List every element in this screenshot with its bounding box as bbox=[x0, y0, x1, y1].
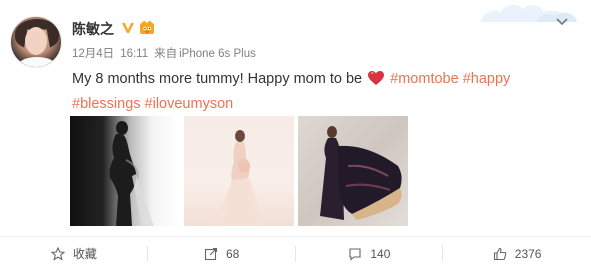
dress-figure bbox=[214, 130, 264, 226]
weibo-post-card: 陈敏之 12月4日 16:11 来自 iPhone 6s Plus My 8 mont… bbox=[0, 0, 591, 270]
post-body-text: My 8 months more tummy! Happy mom to be bbox=[72, 71, 363, 87]
vip-badge-icon[interactable] bbox=[139, 20, 155, 36]
favorite-label: 收藏 bbox=[72, 247, 97, 261]
action-bar: 收藏 68 140 2376 bbox=[0, 237, 591, 270]
chevron-down-icon[interactable] bbox=[554, 13, 570, 29]
hashtag-link[interactable]: #momtobe bbox=[390, 71, 459, 87]
hashtag-link[interactable]: #iloveumyson bbox=[145, 96, 234, 112]
repost-count: 68 bbox=[225, 246, 240, 261]
star-icon bbox=[50, 246, 65, 261]
like-button[interactable]: 2376 bbox=[443, 237, 591, 270]
comment-button[interactable]: 140 bbox=[296, 237, 444, 270]
like-count: 2376 bbox=[514, 246, 542, 261]
hashtag-link[interactable]: #blessings bbox=[72, 96, 141, 112]
post-text: My 8 months more tummy! Happy mom to be … bbox=[72, 67, 542, 117]
repost-icon bbox=[204, 247, 217, 260]
post-photo[interactable] bbox=[70, 116, 180, 226]
post-source[interactable]: iPhone 6s Plus bbox=[179, 48, 256, 60]
avatar-face bbox=[25, 27, 47, 55]
post-date[interactable]: 12月4日 bbox=[72, 48, 114, 60]
author-name[interactable]: 陈敏之 bbox=[72, 19, 114, 39]
gown-figure bbox=[320, 126, 402, 220]
verified-v-icon[interactable] bbox=[121, 21, 135, 35]
post-meta: 12月4日 16:11 来自 iPhone 6s Plus bbox=[72, 45, 262, 61]
post-photo[interactable] bbox=[184, 116, 294, 226]
source-prefix: 来自 bbox=[154, 48, 178, 60]
post-time[interactable]: 16:11 bbox=[120, 48, 148, 60]
heart-emoji-icon bbox=[368, 71, 385, 85]
silhouette-figure bbox=[109, 121, 154, 226]
avatar-shirt bbox=[17, 57, 57, 67]
comment-count: 140 bbox=[370, 246, 391, 261]
comment-icon bbox=[349, 247, 361, 261]
avatar[interactable] bbox=[10, 16, 62, 68]
repost-button[interactable]: 68 bbox=[148, 237, 296, 270]
post-photo[interactable] bbox=[298, 116, 408, 226]
thumbs-up-icon bbox=[493, 247, 507, 260]
hashtag-link[interactable]: #happy bbox=[463, 71, 511, 87]
favorite-button[interactable]: 收藏 bbox=[0, 237, 148, 270]
